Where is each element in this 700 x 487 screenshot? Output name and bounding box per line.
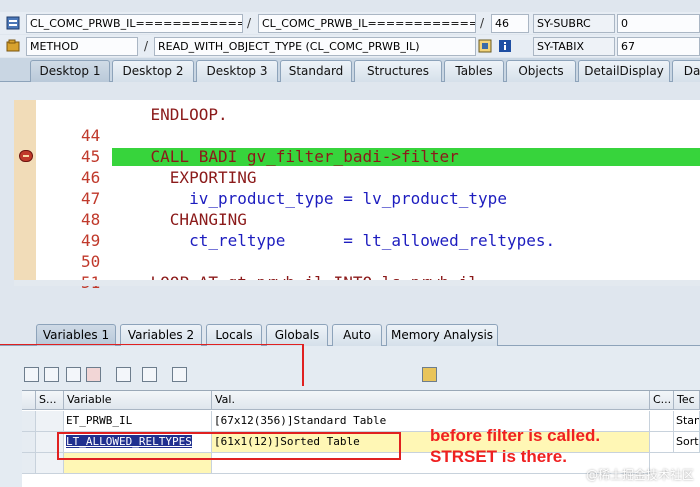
info-icon[interactable] (498, 39, 512, 53)
separator: / (247, 16, 252, 30)
code-text: CALL BADI gv_filter_badi->filter (112, 147, 459, 166)
table-cell-tec: Sort (674, 432, 700, 453)
separator: / (144, 39, 149, 53)
breakpoint-icon[interactable] (19, 150, 33, 162)
desktop-tab-strip: Desktop 1 Desktop 2 Desktop 3 Standard S… (0, 58, 700, 82)
debugger-info-row-2: METHOD / READ_WITH_OBJECT_TYPE (CL_COMC_… (0, 35, 700, 57)
annotation-text: STRSET is there. (430, 447, 567, 466)
table-cell-c (650, 411, 674, 432)
tab-globals[interactable]: Globals (266, 324, 328, 346)
annotation-text: before filter is called. (430, 426, 601, 445)
hierarchy-icon[interactable] (478, 39, 492, 53)
event-type-field[interactable]: METHOD (26, 37, 138, 56)
debugger-info-row-1: CL_COMC_PRWB_IL=============... / CL_COM… (0, 12, 700, 34)
export-icon[interactable] (86, 367, 101, 382)
code-line: 47 EXPORTING (36, 167, 700, 208)
code-line: 45 (36, 125, 700, 166)
column-selector[interactable] (22, 391, 36, 410)
tab-desktop-3[interactable]: Desktop 3 (196, 60, 278, 82)
tab-memory-analysis[interactable]: Memory Analysis (386, 324, 498, 346)
code-line: 51 (36, 251, 700, 292)
include-field[interactable]: CL_COMC_PRWB_IL===============... (258, 14, 476, 33)
tab-locals[interactable]: Locals (206, 324, 262, 346)
tab-tables[interactable]: Tables (444, 60, 504, 82)
code-text: CHANGING (112, 210, 247, 229)
tab-detaildisplay[interactable]: DetailDisplay (578, 60, 670, 82)
separator: / (480, 16, 485, 30)
line-number-field[interactable]: 46 (491, 14, 529, 33)
sysvar-value[interactable]: 67 (617, 37, 700, 56)
save-icon[interactable] (422, 367, 437, 382)
event-field[interactable]: READ_WITH_OBJECT_TYPE (CL_COMC_PRWB_IL) (154, 37, 476, 56)
tree-icon[interactable] (116, 367, 131, 382)
program-icon (6, 16, 20, 30)
tab-desktop-2[interactable]: Desktop 2 (112, 60, 194, 82)
code-line: 44 ENDLOOP. (36, 104, 700, 145)
table-cell-variable[interactable]: ET_PRWB_IL (64, 411, 212, 432)
folder-icon[interactable] (172, 367, 187, 382)
splitter-band[interactable] (0, 288, 700, 324)
column-header-tec[interactable]: Tec (674, 391, 700, 410)
sysvar-label: SY-SUBRC (533, 14, 615, 33)
column-header-s[interactable]: S... (36, 391, 64, 410)
column-header-variable[interactable]: Variable (64, 391, 212, 410)
table-cell-c (650, 432, 674, 453)
tab-variables-2[interactable]: Variables 2 (120, 324, 202, 346)
row-selector[interactable] (22, 432, 36, 453)
tab-objects[interactable]: Objects (506, 60, 576, 82)
tab-standard[interactable]: Standard (280, 60, 352, 82)
tab-variables-1[interactable]: Variables 1 (36, 324, 116, 346)
table-cell-tec: Stan (674, 411, 700, 432)
code-text: ct_reltype = lt_allowed_reltypes. (112, 231, 556, 250)
row-selector[interactable] (22, 453, 36, 474)
code-line: 49 CHANGING (36, 209, 700, 250)
program-field[interactable]: CL_COMC_PRWB_IL=============... (26, 14, 243, 33)
code-line-current: 46 CALL BADI gv_filter_badi->filter (36, 146, 700, 187)
tab-desktop-1[interactable]: Desktop 1 (30, 60, 110, 82)
list-icon[interactable] (66, 367, 81, 382)
column-header-c[interactable]: C... (650, 391, 674, 410)
tab-more[interactable]: Da (672, 60, 700, 82)
code-line: 48 iv_product_type = lv_product_type (36, 188, 700, 229)
editor-scrollbar[interactable] (14, 280, 700, 286)
tab-auto[interactable]: Auto (332, 324, 382, 346)
sysvar-value[interactable]: 0 (617, 14, 700, 33)
delete-icon[interactable] (24, 367, 39, 382)
annotation-line (0, 344, 304, 345)
navigate-icon[interactable] (142, 367, 157, 382)
table-cell-status (36, 411, 64, 432)
breakpoint-gutter[interactable] (14, 100, 36, 280)
code-line: 50 ct_reltype = lt_allowed_reltypes. (36, 230, 700, 271)
column-header-value[interactable]: Val. (212, 391, 650, 410)
detail-icon[interactable] (44, 367, 59, 382)
watermark: @稀土掘金技术社区 (585, 468, 694, 482)
code-text: EXPORTING (112, 168, 257, 187)
variable-tab-strip: Variables 1 Variables 2 Locals Globals A… (0, 324, 700, 346)
annotation-box (57, 432, 401, 460)
code-text: iv_product_type = lv_product_type (112, 189, 507, 208)
row-selector[interactable] (22, 411, 36, 432)
annotation-line (302, 344, 304, 386)
code-text: ENDLOOP. (112, 105, 228, 124)
method-icon (6, 39, 20, 53)
tab-structures[interactable]: Structures (354, 60, 442, 82)
sysvar-label: SY-TABIX (533, 37, 615, 56)
